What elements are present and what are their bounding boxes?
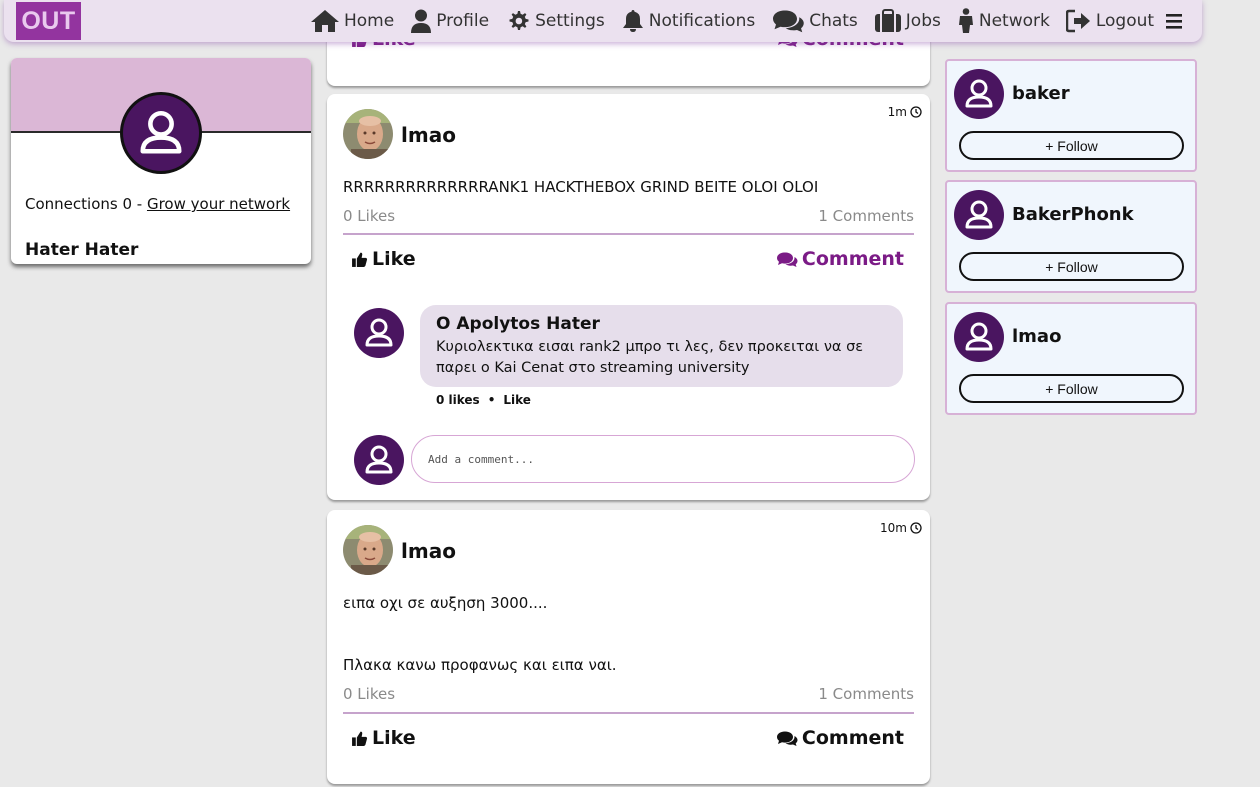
logout-icon (1065, 9, 1090, 33)
divider (343, 712, 914, 714)
nav-home-label: Home (344, 11, 395, 31)
comment-bubble: O Apolytos Hater Κυριολεκτικα εισαι rank… (420, 305, 903, 387)
like-label: Like (372, 727, 416, 749)
suggestion-avatar[interactable] (954, 69, 1004, 119)
connections-count: Connections 0 - (25, 195, 143, 213)
like-button[interactable]: Like (351, 248, 416, 270)
thumbs-up-icon (351, 730, 368, 747)
post-author[interactable]: lmao (401, 123, 456, 147)
comments-icon (776, 730, 798, 747)
post-timestamp: 10m (880, 521, 922, 535)
follow-button[interactable]: + Follow (959, 131, 1184, 160)
nav-jobs[interactable]: Jobs (874, 9, 941, 33)
comment-likes-count: 0 likes (436, 393, 480, 407)
comment-meta-separator: • (487, 393, 496, 407)
hamburger-icon[interactable] (1164, 11, 1184, 31)
thumbs-up-icon (351, 251, 368, 268)
nav-logout-label: Logout (1095, 11, 1155, 31)
main-nav: Home Profile Settings Notifications Chat… (310, 0, 1170, 42)
suggestion-avatar[interactable] (954, 312, 1004, 362)
divider (343, 233, 914, 235)
nav-network[interactable]: Network (957, 8, 1050, 34)
person-icon (958, 8, 973, 33)
nav-jobs-label: Jobs (905, 11, 941, 31)
suggestion-name[interactable]: lmao (1012, 326, 1061, 347)
comment-meta: 0 likes • Like (436, 393, 531, 407)
nav-network-label: Network (978, 11, 1050, 31)
nav-profile-label: Profile (436, 11, 490, 31)
bell-icon (622, 10, 643, 32)
post-timestamp: 1m (888, 105, 922, 119)
comment-label: Comment (801, 248, 904, 270)
chat-icon (771, 9, 805, 33)
top-navbar: OUT Home Profile Settings Notifications … (4, 0, 1202, 42)
comment-label: Comment (801, 727, 904, 749)
author-avatar[interactable] (343, 109, 393, 159)
post-author[interactable]: lmao (401, 539, 456, 563)
likes-count[interactable]: 0 Likes (343, 207, 395, 225)
post-text-line: ειπα οχι σε αυξηση 3000.... (343, 594, 548, 612)
suggestion-card: BakerPhonk + Follow (945, 180, 1197, 293)
connections-info: Connections 0 - Grow your network (25, 195, 290, 213)
nav-logout[interactable]: Logout (1065, 9, 1155, 33)
nav-settings[interactable]: Settings (505, 9, 605, 33)
suggestion-name[interactable]: BakerPhonk (1012, 204, 1134, 225)
nav-notifications[interactable]: Notifications (621, 9, 755, 33)
briefcase-icon (874, 9, 901, 32)
follow-button[interactable]: + Follow (959, 374, 1184, 403)
follow-button[interactable]: + Follow (959, 252, 1184, 281)
clock-icon (910, 106, 922, 118)
comment-text: Κυριολεκτικα εισαι rank2 μπρο τι λες, δε… (436, 339, 864, 376)
post-card: lmao 1m RRRRRRRRRRRRRRANK1 HACKTHEBOX GR… (327, 94, 930, 500)
comment-author[interactable]: O Apolytos Hater (436, 314, 887, 334)
nav-home[interactable]: Home (310, 9, 394, 33)
suggestion-card: lmao + Follow (945, 302, 1197, 415)
like-button[interactable]: Like (351, 727, 416, 749)
nav-notifications-label: Notifications (648, 11, 756, 31)
comment-button[interactable]: Comment (776, 727, 904, 749)
suggestion-avatar[interactable] (954, 190, 1004, 240)
current-user-avatar (354, 435, 404, 485)
comments-count[interactable]: 1 Comments (818, 685, 914, 703)
nav-chats-label: Chats (809, 11, 858, 31)
clock-icon (910, 522, 922, 534)
profile-card: Connections 0 - Grow your network Hater … (11, 58, 311, 264)
grow-network-link[interactable]: Grow your network (147, 195, 290, 213)
nav-settings-label: Settings (535, 11, 605, 31)
post-time-label: 10m (880, 521, 907, 535)
post-stats: 0 Likes 1 Comments (343, 207, 914, 225)
post-stats: 0 Likes 1 Comments (343, 685, 914, 703)
nav-profile[interactable]: Profile (410, 9, 489, 33)
gear-icon (509, 11, 529, 30)
app-logo[interactable]: OUT (16, 2, 81, 40)
comment-button[interactable]: Comment (776, 248, 904, 270)
author-avatar[interactable] (343, 525, 393, 575)
post-card: lmao 10m ειπα οχι σε αυξηση 3000.... Πλα… (327, 510, 930, 784)
post-text-line: Πλακα κανω προφανως και ειπα ναι. (343, 656, 617, 674)
add-comment-input[interactable] (411, 435, 915, 483)
post-time-label: 1m (887, 105, 907, 119)
comments-count[interactable]: 1 Comments (818, 207, 914, 225)
comment-like-link[interactable]: Like (503, 393, 531, 407)
nav-chats[interactable]: Chats (771, 9, 858, 33)
suggestion-card: baker + Follow (945, 59, 1197, 172)
likes-count[interactable]: 0 Likes (343, 685, 395, 703)
profile-name: Hater Hater (25, 240, 139, 260)
home-icon (311, 10, 339, 32)
suggestion-name[interactable]: baker (1012, 83, 1070, 104)
comments-icon (776, 251, 798, 268)
commenter-avatar[interactable] (354, 308, 404, 358)
profile-avatar[interactable] (119, 91, 203, 175)
like-label: Like (372, 248, 416, 270)
user-icon (411, 9, 432, 33)
post-text: RRRRRRRRRRRRRRANK1 HACKTHEBOX GRIND BEIT… (343, 178, 819, 196)
